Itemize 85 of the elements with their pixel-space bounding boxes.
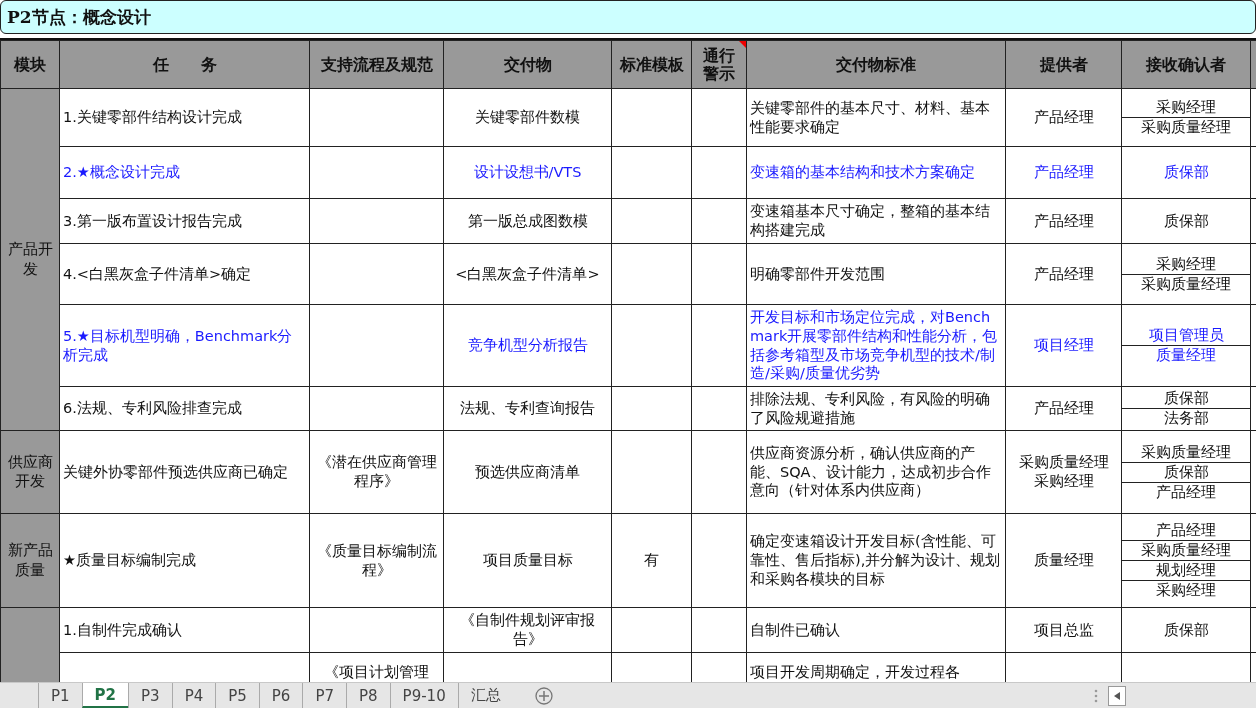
table-cell: 产品经理 [1156,521,1216,540]
column-header: 支持流程及规范 [309,40,444,89]
table-cell: 质保部 [1163,389,1209,408]
table-cell: 项目总监 [1005,607,1122,653]
table-cell: 6.法规、专利风险排查完成 [59,386,310,431]
drag-handle-icon[interactable] [1094,688,1098,703]
table-cell: 项目质量目标 [443,513,612,608]
table-cell: 采购经理 [1156,581,1216,600]
table-cell: 规划经理 [1156,561,1216,580]
table-cell: 法规、专利查询报告 [443,386,612,431]
table-cell: 项目管理员 [1148,326,1224,345]
module-cell: 产品开发 [0,88,60,431]
table-cell: 关键零部件的基本尺寸、材料、基本性能要求确定 [746,88,1006,147]
column-header: 通行警示 [691,40,747,89]
add-sheet-icon[interactable] [534,686,553,705]
table-cell: 采购质量经理 [1141,274,1231,294]
table-cell: 预选供应商清单 [443,430,612,514]
table-cell: 《自制件规划评审报告》 [443,607,612,653]
table-cell: 4.<白黑灰盒子件清单>确定 [59,243,310,305]
column-header: 任 务 [59,40,310,89]
table-cell: 竞争机型分析报告 [443,304,612,387]
sheet-tab[interactable]: P2 [81,683,129,708]
table-cell: 质保部 [1163,163,1209,182]
table-cell: 确定变速箱设计开发目标(含性能、可靠性、售后指标),并分解为设计、规划和采购各模块的目标 [746,513,1006,608]
table-cell: 设计设想书/VTS [443,146,612,199]
table-cell: 供应商资源分析，确认供应商的产能、SQA、设计能力，达成初步合作意向（针对体系内供应商） [746,430,1006,514]
sheet-tab[interactable]: P9-10 [389,683,458,708]
table-cell: 法务部 [1163,409,1209,428]
table-cell: 项目经理 [1005,304,1122,387]
table-cell: 采购质量经理 [1141,118,1231,137]
table-cell: 5.★目标机型明确，Benchmark分析完成 [59,304,310,387]
table-cell: 3.第一版布置设计报告完成 [59,198,310,244]
table-cell: 质保部 [1163,620,1209,640]
column-header: 提供者 [1005,40,1122,89]
table-cell: 第一版总成图数模 [443,198,612,244]
sheet-tab[interactable]: 汇总 [457,683,513,708]
table-cell: 明确零部件开发范围 [746,243,1006,305]
table-cell: 质量经理 [1156,346,1216,365]
module-cell: 新产品质量 [0,513,60,608]
table-cell: 采购经理 [1156,98,1216,117]
table-cell: 关键零部件数模 [443,88,612,147]
table-cell: 质保部 [1163,211,1209,231]
sheet-title: P2节点：概念设计 [7,5,151,29]
sheet-tab[interactable]: P6 [258,683,303,708]
table-cell: 产品经理 [1005,243,1122,305]
table-cell: 采购质量经理 [1141,541,1231,560]
table-cell: 《潜在供应商管理程序》 [309,430,444,514]
table-cell: 产品经理 [1005,146,1122,199]
table-cell: 有 [611,513,692,608]
module-cell: 供应商开发 [0,430,60,514]
column-header: 交付物标准 [746,40,1006,89]
sheet-tab[interactable]: P4 [171,683,216,708]
table-cell: 1.关键零部件结构设计完成 [59,88,310,147]
table-cell: 关键外协零部件预选供应商已确定 [59,430,310,514]
column-header: 接收确认者 [1121,40,1251,89]
table-cell: 2.★概念设计完成 [59,146,310,199]
column-header: 标准模板 [611,40,692,89]
table-cell: 质保部 [1163,462,1209,482]
table-cell: 排除法规、专利风险，有风险的明确了风险规避措施 [746,386,1006,431]
table-cell-text: 采购经理 [1032,472,1095,491]
table-cell: 采购经理 [1156,254,1216,274]
table-cell: 产品经理 [1156,482,1216,502]
table-cell: ★质量目标编制完成 [59,513,310,608]
table-cell: 产品经理 [1005,386,1122,431]
sheet-tab[interactable]: P3 [128,683,172,708]
table-cell: 产品经理 [1005,198,1122,244]
sheet-tab[interactable]: P5 [215,683,259,708]
table-cell-text: 采购质量经理 [1017,453,1110,472]
table-cell: 自制件已确认 [746,607,1006,653]
caret-left-icon [1114,691,1120,700]
sheet-tab[interactable]: P8 [346,683,390,708]
column-header: 交付物 [443,40,612,89]
table-cell: 变速箱的基本结构和技术方案确定 [746,146,1006,199]
table-cell: 《质量目标编制流程》 [309,513,444,608]
table-cell: 采购质量经理 [1141,442,1231,462]
table-cell: 质量经理 [1005,513,1122,608]
table-cell: 1.自制件完成确认 [59,607,310,653]
table-cell: 变速箱基本尺寸确定，整箱的基本结构搭建完成 [746,198,1006,244]
sheet-tab[interactable]: P7 [302,683,346,708]
sheet-tab[interactable]: P1 [38,683,82,708]
scroll-left-button[interactable] [1108,685,1126,706]
table-cell: 产品经理 [1005,88,1122,147]
table-cell: <白黑灰盒子件清单> [443,243,612,305]
table-cell: 开发目标和市场定位完成，对Benchmark开展零部件结构和性能分析，包括参考箱型及市场竞争机型的技术/制造/采购/质量优劣势 [746,304,1006,387]
column-header: 模块 [0,40,60,89]
